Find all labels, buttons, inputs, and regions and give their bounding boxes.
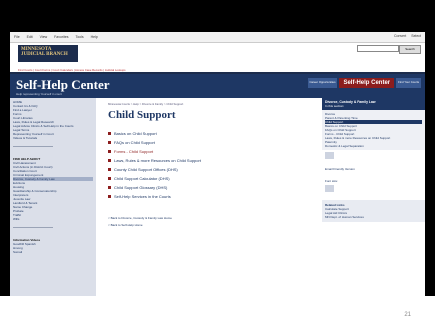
convert-button[interactable]: Convert — [394, 34, 406, 38]
sidebar-divider — [13, 227, 53, 228]
list-item-link[interactable]: Self-Help Services in the Courts — [108, 192, 298, 201]
slide-left-frame — [0, 32, 10, 296]
related-links-box: Related Links Calculate Support Legal Ai… — [322, 200, 425, 222]
back-to-family-law-link[interactable]: < Back to Divorce, Custody & Family Law … — [108, 215, 298, 222]
banner-title: Self-Help Center — [16, 77, 110, 92]
search-button[interactable]: Search — [399, 45, 421, 54]
section-nav-list: Divorce Parent & Parenting Time Child Su… — [322, 110, 425, 150]
sidebar-item[interactable]: Videos & Tutorials — [13, 136, 93, 140]
sidebar-videos: Information Videos Goodhill Spanish Hmon… — [10, 232, 96, 256]
mn-judicial-logo[interactable]: MINNESOTA JUDICIAL BRANCH — [18, 45, 78, 62]
main-content: Minnesota Courts > Help > Divorce & Fami… — [108, 98, 298, 296]
child-support-links: Basics on Child Support FAQs on Child Su… — [108, 129, 298, 201]
self-help-banner: Self-Help Center Help representing Yours… — [10, 74, 425, 98]
menu-view[interactable]: View — [40, 35, 48, 39]
self-help-center-tab[interactable]: Self-Help Center — [339, 78, 395, 88]
list-item-link[interactable]: Child Support Calculator (DHS) — [108, 174, 298, 183]
site-search-input[interactable] — [357, 45, 399, 52]
list-item-link[interactable]: Child Support Glossary (DHS) — [108, 183, 298, 192]
slide-number: 21 — [404, 312, 411, 318]
back-to-self-help-link[interactable]: < Back to Self-Help Home — [108, 222, 298, 229]
select-button[interactable]: Select — [411, 34, 421, 38]
menu-tools[interactable]: Tools — [75, 35, 83, 39]
email-icon[interactable] — [325, 152, 334, 159]
right-sidebar: Divorce, Custody & Family Law In this se… — [322, 98, 425, 296]
careers-link[interactable]: Career Opportunities — [307, 78, 338, 88]
list-item-link[interactable]: Laws, Rules & more Resources on Child Su… — [108, 156, 298, 165]
sidebar-main-links: HOME Contact Us & FAQ Find a Lawyer Form… — [10, 98, 96, 142]
related-link[interactable]: MN Dept. of Human Services — [325, 215, 422, 219]
font-size-label: Font size: — [325, 179, 339, 183]
slide-top-frame — [0, 0, 435, 32]
left-sidebar: HOME Contact Us & FAQ Find a Lawyer Form… — [10, 98, 96, 296]
sidebar-item[interactable]: Wills — [13, 217, 93, 221]
list-item-link[interactable]: Forms - Child Support — [108, 147, 298, 156]
sidebar-topics: FIND HELP ABOUT Civil Harassment Civil A… — [10, 151, 96, 223]
sidebar-item[interactable]: Somali — [13, 250, 93, 254]
list-item-link[interactable]: Basics on Child Support — [108, 129, 298, 138]
menu-help[interactable]: Help — [91, 35, 98, 39]
menu-edit[interactable]: Edit — [27, 35, 33, 39]
banner-subtitle: Help representing Yourself in court — [16, 92, 62, 96]
back-links: < Back to Divorce, Custody & Family Law … — [108, 215, 298, 229]
find-courts-link[interactable]: Find Your Courts — [396, 78, 421, 88]
browser-screenshot: File Edit View Favorites Tools Help Conv… — [10, 32, 425, 296]
section-nav-item[interactable]: Domestic & Legal Separation — [325, 144, 422, 148]
menu-favorites[interactable]: Favorites — [54, 35, 68, 39]
browser-menubar: File Edit View Favorites Tools Help Conv… — [10, 32, 425, 43]
section-nav-header: Divorce, Custody & Family Law In this se… — [322, 98, 425, 110]
font-size-icon[interactable] — [325, 185, 334, 192]
sidebar-divider — [13, 146, 53, 147]
page-title: Child Support — [108, 109, 176, 121]
email-friendly-link[interactable]: Email Friendly Version — [322, 167, 425, 171]
slide-right-frame — [425, 32, 435, 296]
section-nav-subtitle: In this section: — [325, 104, 345, 108]
breadcrumb[interactable]: Minnesota Courts > Help > Divorce & Fami… — [108, 102, 298, 106]
slide-bottom — [0, 296, 435, 330]
list-item-link[interactable]: FAQs on Child Support — [108, 138, 298, 147]
logo-line2: JUDICIAL BRANCH — [21, 52, 68, 57]
menu-file[interactable]: File — [14, 35, 20, 39]
list-item-link[interactable]: County Child Support Offices (DHS) — [108, 165, 298, 174]
